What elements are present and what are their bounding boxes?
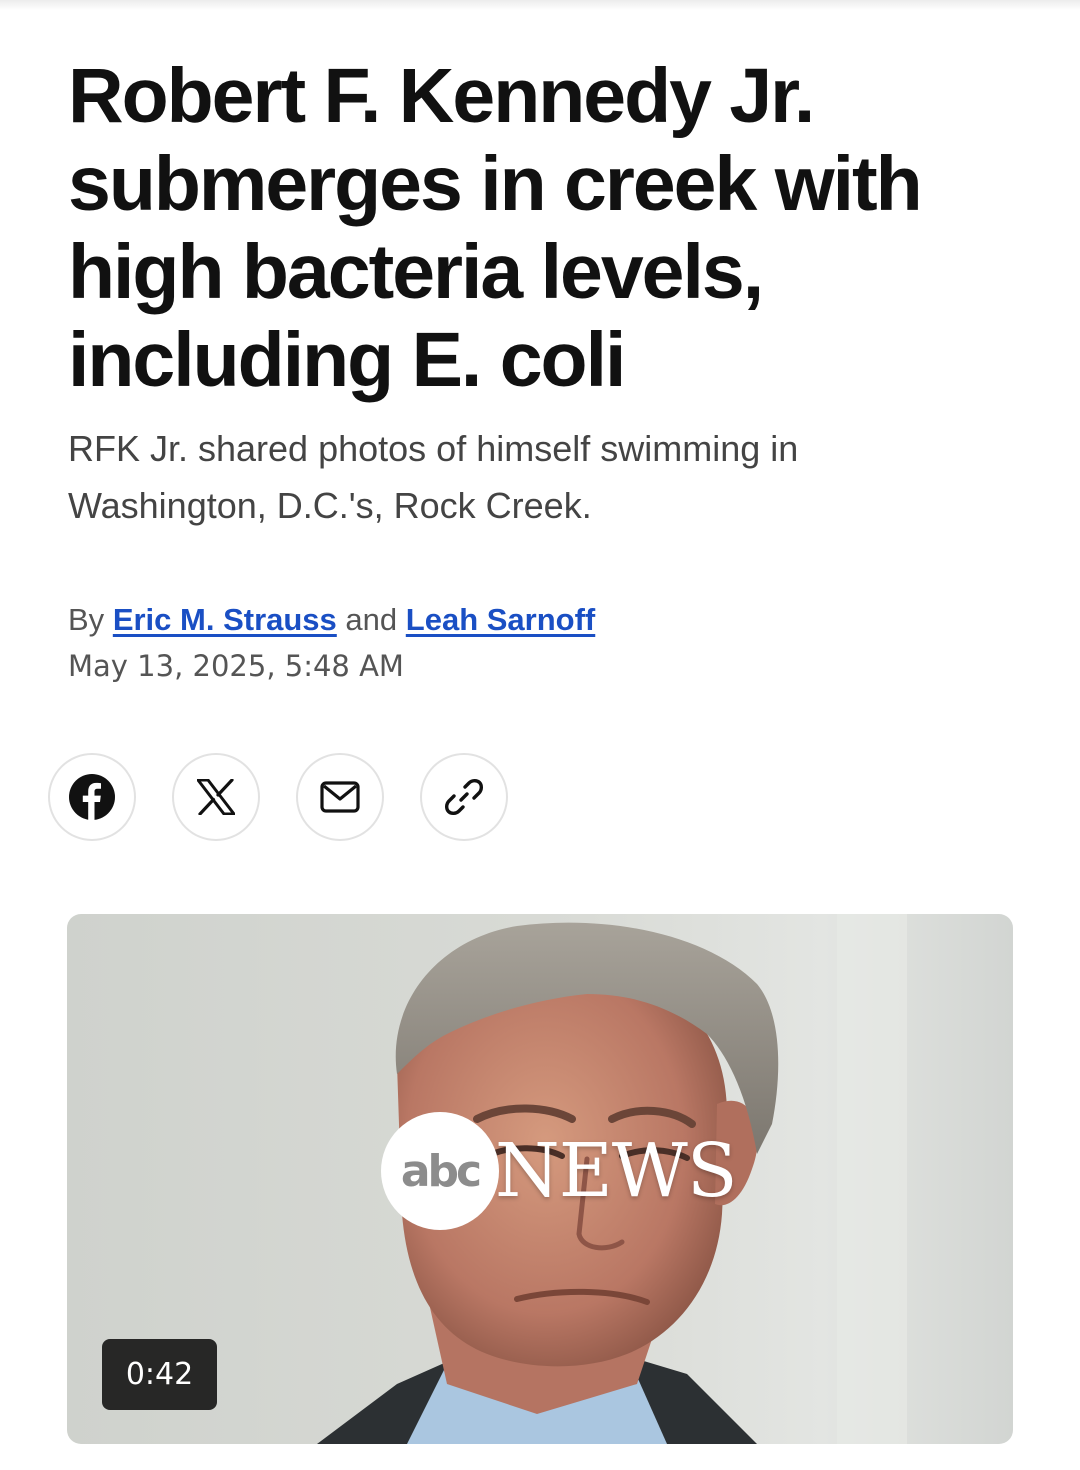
top-bar-shadow	[0, 0, 1080, 10]
share-x-button[interactable]	[172, 753, 260, 841]
author-link-2[interactable]: Leah Sarnoff	[406, 602, 595, 637]
byline-prefix: By	[68, 602, 105, 637]
article-subheadline: RFK Jr. shared photos of himself swimmin…	[68, 428, 799, 526]
byline-joiner: and	[345, 602, 398, 637]
news-wordmark: NEWS	[495, 1128, 738, 1214]
video-duration-badge: 0:42	[102, 1339, 217, 1410]
mail-icon	[320, 781, 360, 813]
share-email-button[interactable]	[296, 753, 384, 841]
share-buttons	[48, 753, 508, 841]
publish-timestamp: May 13, 2025, 5:48 AM	[68, 649, 404, 683]
byline: By Eric M. Strauss and Leah Sarnoff	[68, 600, 595, 640]
author-link-1[interactable]: Eric M. Strauss	[113, 602, 337, 637]
copy-link-button[interactable]	[420, 753, 508, 841]
abc-news-logo: abc NEWS	[381, 1112, 738, 1230]
x-icon	[197, 779, 235, 815]
abc-logo-circle: abc	[381, 1112, 499, 1230]
link-icon	[444, 778, 484, 816]
article-headline: Robert F. Kennedy Jr. submerges in creek…	[68, 53, 923, 403]
facebook-icon	[69, 774, 115, 820]
video-player[interactable]: abc NEWS 0:42	[67, 914, 1013, 1444]
share-facebook-button[interactable]	[48, 753, 136, 841]
